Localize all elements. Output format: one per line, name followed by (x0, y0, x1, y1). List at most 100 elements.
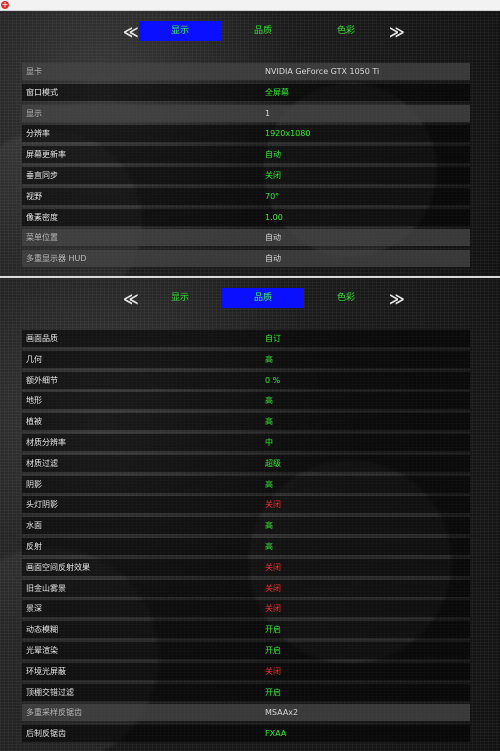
setting-value[interactable]: 自订 (265, 330, 281, 347)
setting-value[interactable]: 超级 (265, 455, 281, 472)
setting-value[interactable]: 1.00 (265, 209, 283, 226)
setting-label: 额外细节 (26, 375, 58, 385)
setting-value[interactable]: 高 (265, 351, 273, 368)
quality-settings-list: 画面品质 自订 几何高额外细节 0 % 地形高植被高材质分辨率中材质过滤 超级 阴影高头灯阴… (22, 330, 470, 746)
setting-row[interactable]: 几何 高 (22, 350, 470, 368)
setting-label: 材质过滤 (26, 458, 58, 468)
setting-row[interactable]: 材质分辨率 中 (22, 433, 470, 451)
setting-row[interactable]: 垂直同步 关闭 (22, 166, 470, 184)
setting-value[interactable]: 高 (265, 538, 273, 555)
setting-value[interactable]: 中 (265, 434, 273, 451)
tab-display[interactable]: 显示 (139, 21, 221, 41)
setting-row[interactable]: 菜单位置 自动 (22, 229, 470, 247)
close-icon[interactable]: + (1, 1, 9, 9)
tab-display[interactable]: 显示 (139, 288, 221, 308)
setting-value[interactable]: 70° (265, 188, 279, 205)
setting-row[interactable]: 头灯阴影 关闭 (22, 496, 470, 514)
setting-row[interactable]: 分辨率 1920x1080 (22, 125, 470, 143)
setting-label: 像素密度 (26, 212, 58, 222)
setting-row[interactable]: 水面 高 (22, 517, 470, 535)
setting-value[interactable]: 关闭 (265, 663, 281, 680)
quality-settings-panel: ≪ 显示 品质 色彩 ≫ 画面品质 自订 几何高额外细节 0 % 地形高植被高材质分辨率… (0, 278, 500, 751)
setting-value[interactable]: FXAA (265, 725, 286, 742)
setting-row[interactable]: 顶棚交错过滤 开启 (22, 683, 470, 701)
previous-tab-arrow-icon[interactable]: ≪ (123, 289, 139, 309)
setting-value[interactable]: 高 (265, 476, 273, 493)
setting-label: 材质分辨率 (26, 437, 66, 447)
display-settings-panel: ≪ 显示 品质 色彩 ≫ 显卡 NVIDIA GeForce GTX 1050 T… (0, 11, 500, 276)
setting-row[interactable]: 窗口模式 全屏幕 (22, 83, 470, 101)
setting-row[interactable]: 画面空间反射效果 关闭 (22, 558, 470, 576)
setting-value[interactable]: 1 (265, 105, 270, 122)
setting-row[interactable]: 环境光屏蔽 关闭 (22, 662, 470, 680)
setting-value[interactable]: NVIDIA GeForce GTX 1050 Ti (265, 63, 379, 80)
setting-value[interactable]: 自动 (265, 250, 281, 267)
setting-value[interactable]: 1920x1080 (265, 125, 310, 142)
setting-label: 地形 (26, 396, 42, 406)
setting-row[interactable]: 景深 关闭 (22, 600, 470, 618)
tab-quality[interactable]: 品质 (222, 288, 304, 308)
setting-label: 光晕渲染 (26, 645, 58, 655)
setting-row[interactable]: 材质过滤 超级 (22, 454, 470, 472)
setting-label: 显卡 (26, 67, 42, 76)
setting-label: 景深 (26, 604, 42, 614)
setting-label: 画面品质 (26, 334, 58, 343)
setting-value[interactable]: 开启 (265, 684, 281, 701)
setting-row[interactable]: 阴影 高 (22, 475, 470, 493)
setting-row[interactable]: 后制反锯齿 FXAA (22, 725, 470, 743)
setting-label: 动态模糊 (26, 625, 58, 635)
setting-row[interactable]: 屏幕更新率 自动 (22, 146, 470, 164)
setting-row[interactable]: 多重采样反锯齿 MSAAx2 (22, 704, 470, 722)
setting-label: 多重显示器 HUD (26, 254, 87, 264)
setting-row[interactable]: 视野 70° (22, 187, 470, 205)
setting-value[interactable]: 关闭 (265, 580, 281, 597)
setting-label: 显示 (26, 108, 42, 118)
setting-row[interactable]: 反射 高 (22, 537, 470, 555)
setting-value[interactable]: 高 (265, 392, 273, 409)
setting-row[interactable]: 显示 1 (22, 104, 470, 122)
setting-value[interactable]: 开启 (265, 642, 281, 659)
setting-label: 植被 (26, 417, 42, 427)
setting-label: 旧金山雾景 (26, 583, 66, 593)
tab-color[interactable]: 色彩 (305, 21, 387, 41)
browser-top-strip: + (0, 0, 500, 11)
setting-row[interactable]: 植被 高 (22, 413, 470, 431)
setting-label: 反射 (26, 541, 42, 551)
setting-value[interactable]: 关闭 (265, 559, 281, 576)
setting-row[interactable]: 画面品质 自订 (22, 330, 470, 347)
setting-label: 顶棚交错过滤 (26, 687, 74, 697)
setting-row[interactable]: 像素密度 1.00 (22, 208, 470, 226)
setting-value[interactable]: 开启 (265, 621, 281, 638)
setting-label: 阴影 (26, 479, 42, 489)
setting-label: 分辨率 (26, 129, 50, 139)
setting-value[interactable]: 关闭 (265, 496, 281, 513)
setting-row[interactable]: 动态模糊 开启 (22, 621, 470, 639)
setting-label: 环境光屏蔽 (26, 666, 66, 676)
setting-value[interactable]: MSAAx2 (265, 704, 298, 721)
setting-value[interactable]: 0 % (265, 372, 280, 389)
tab-color[interactable]: 色彩 (305, 288, 387, 308)
setting-label: 画面空间反射效果 (26, 562, 90, 572)
setting-row[interactable]: 额外细节 0 % (22, 371, 470, 389)
setting-value[interactable]: 关闭 (265, 167, 281, 184)
setting-row[interactable]: 多重显示器 HUD 自动 (22, 250, 470, 268)
next-tab-arrow-icon[interactable]: ≫ (389, 22, 405, 42)
setting-label: 多重采样反锯齿 (26, 708, 82, 718)
setting-label: 屏幕更新率 (26, 150, 66, 160)
setting-row[interactable]: 旧金山雾景 关闭 (22, 579, 470, 597)
tab-bar: ≪ 显示 品质 色彩 ≫ (0, 288, 500, 310)
setting-value[interactable]: 全屏幕 (265, 84, 289, 101)
setting-value[interactable]: 自动 (265, 229, 281, 246)
tab-quality[interactable]: 品质 (222, 21, 304, 41)
setting-value[interactable]: 高 (265, 413, 273, 430)
previous-tab-arrow-icon[interactable]: ≪ (123, 22, 139, 42)
setting-value[interactable]: 高 (265, 517, 273, 534)
setting-row[interactable]: 光晕渲染 开启 (22, 641, 470, 659)
next-tab-arrow-icon[interactable]: ≫ (389, 289, 405, 309)
setting-row[interactable]: 地形 高 (22, 392, 470, 410)
setting-value[interactable]: 关闭 (265, 600, 281, 617)
setting-label: 窗口模式 (26, 87, 58, 97)
setting-row[interactable]: 显卡 NVIDIA GeForce GTX 1050 Ti (22, 63, 470, 80)
display-settings-list: 显卡 NVIDIA GeForce GTX 1050 Ti 窗口模式 全屏幕显示 1 分辨… (22, 63, 470, 271)
setting-value[interactable]: 自动 (265, 146, 281, 163)
